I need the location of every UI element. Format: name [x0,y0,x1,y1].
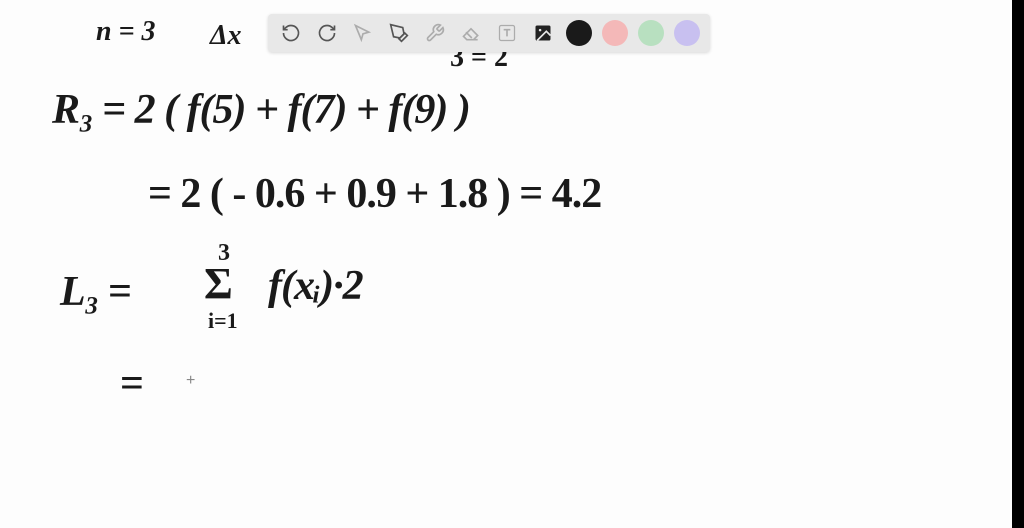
text-tool[interactable] [494,20,520,46]
pen-tool[interactable] [386,20,412,46]
tools-button[interactable] [422,20,448,46]
math-line-4a: L₃ = [60,268,131,316]
image-tool[interactable] [530,20,556,46]
math-line-3: = 2 ( - 0.6 + 0.9 + 1.8 ) = 4.2 [148,170,601,218]
color-green[interactable] [638,20,664,46]
math-line-2: R₃ = 2 ( f(5) + f(7) + f(9) ) [52,86,470,134]
math-sum-sigma: Σ [204,258,233,309]
color-pink[interactable] [602,20,628,46]
drawing-toolbar [268,14,710,52]
math-line-4b: f(xᵢ)·2 [268,262,363,310]
undo-button[interactable] [278,20,304,46]
color-black[interactable] [566,20,592,46]
eraser-tool[interactable] [458,20,484,46]
math-sum-bot: i=1 [208,308,238,334]
right-edge-bar [1012,0,1024,528]
math-line-1a: n = 3 [96,16,156,48]
color-purple[interactable] [674,20,700,46]
redo-button[interactable] [314,20,340,46]
math-line-1b: Δx [210,20,242,52]
math-line-5: = [120,360,143,408]
whiteboard-canvas[interactable] [0,0,1024,528]
pointer-tool[interactable] [350,20,376,46]
